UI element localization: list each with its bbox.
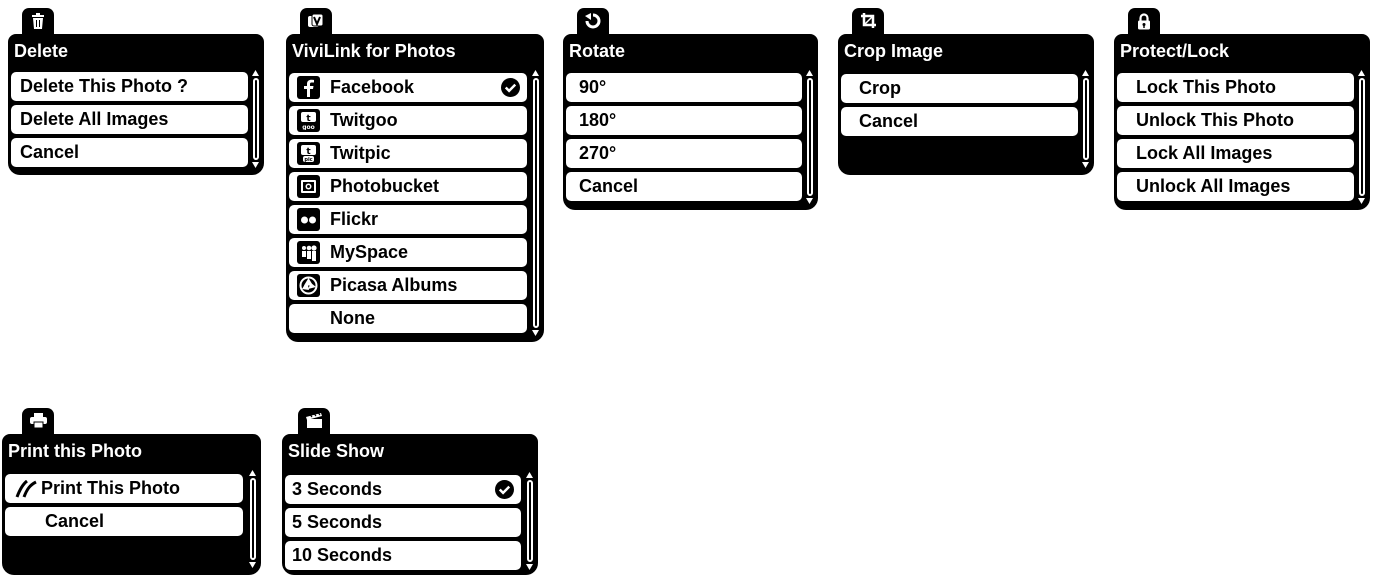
menu-item-delete-this-photo[interactable]: Delete This Photo ?: [11, 72, 248, 101]
print-menu: Print this Photo Print This Photo Cancel: [2, 408, 261, 575]
scrollbar[interactable]: [527, 480, 533, 562]
menu-item-cancel[interactable]: Cancel: [566, 172, 802, 201]
vivilink-menu: ViviLink for Photos Facebook t goo Twitgo…: [286, 8, 544, 342]
menu-title: Rotate: [569, 41, 626, 61]
menu-item-facebook[interactable]: Facebook: [289, 73, 527, 102]
menu-item-lock-all-images[interactable]: Lock All Images: [1117, 139, 1354, 168]
menu-title: ViviLink for Photos: [292, 41, 456, 61]
twitpic-icon: t pic: [297, 142, 320, 165]
menu-item-none[interactable]: None: [289, 304, 527, 333]
scrollbar[interactable]: [1359, 78, 1365, 196]
menu-item-print-this-photo[interactable]: Print This Photo: [5, 474, 243, 503]
menu-item-unlock-this-photo[interactable]: Unlock This Photo: [1117, 106, 1354, 135]
scrollbar[interactable]: [533, 78, 539, 328]
check-icon: [495, 480, 514, 499]
pictbridge-icon: [15, 479, 37, 498]
menu-title: Slide Show: [288, 441, 385, 461]
menu-item-5-seconds[interactable]: 5 Seconds: [285, 508, 521, 537]
check-icon: [501, 78, 520, 97]
delete-menu: Delete Delete This Photo ? Delete All Im…: [8, 8, 264, 175]
menu-title: Print this Photo: [8, 441, 142, 461]
myspace-icon: [297, 241, 320, 264]
menu-title: Delete: [14, 41, 69, 61]
picasa-icon: [297, 274, 320, 297]
svg-text:t: t: [306, 147, 311, 157]
menu-title: Crop Image: [844, 41, 944, 61]
menu-item-lock-this-photo[interactable]: Lock This Photo: [1117, 73, 1354, 102]
menu-item-photobucket[interactable]: Photobucket: [289, 172, 527, 201]
menu-title: Protect/Lock: [1120, 41, 1230, 61]
twitgoo-icon: t goo: [297, 109, 320, 132]
protect-lock-menu: Protect/Lock Lock This Photo Unlock This…: [1114, 8, 1370, 210]
svg-text:pic: pic: [304, 157, 312, 163]
photobucket-icon: [297, 175, 320, 198]
menu-item-3-seconds[interactable]: 3 Seconds: [285, 475, 521, 504]
scrollbar[interactable]: [807, 78, 813, 196]
menu-item-90[interactable]: 90°: [566, 73, 802, 102]
menu-item-myspace[interactable]: MySpace: [289, 238, 527, 267]
facebook-icon: [297, 76, 320, 99]
slide-show-menu: Slide Show 3 Seconds 5 Seconds 10 Second…: [282, 408, 538, 575]
scrollbar[interactable]: [250, 478, 256, 560]
menu-item-270[interactable]: 270°: [566, 139, 802, 168]
scrollbar[interactable]: [253, 78, 259, 160]
scrollbar[interactable]: [1083, 78, 1089, 160]
menu-item-cancel[interactable]: Cancel: [841, 107, 1078, 136]
menu-item-delete-all-images[interactable]: Delete All Images: [11, 105, 248, 134]
menu-item-180[interactable]: 180°: [566, 106, 802, 135]
menu-item-crop[interactable]: Crop: [841, 74, 1078, 103]
flickr-icon: [297, 208, 320, 231]
menu-item-unlock-all-images[interactable]: Unlock All Images: [1117, 172, 1354, 201]
menu-item-10-seconds[interactable]: 10 Seconds: [285, 541, 521, 570]
rotate-menu: Rotate 90° 180° 270° Cancel: [563, 8, 818, 210]
svg-text:t: t: [306, 114, 311, 124]
menu-item-cancel[interactable]: Cancel: [11, 138, 248, 167]
crop-menu: Crop Image Crop Cancel: [838, 8, 1094, 175]
menu-item-picasa-albums[interactable]: Picasa Albums: [289, 271, 527, 300]
svg-text:goo: goo: [302, 124, 315, 130]
menu-item-cancel[interactable]: Cancel: [5, 507, 243, 536]
menu-item-twitgoo[interactable]: t goo Twitgoo: [289, 106, 527, 135]
menu-item-twitpic[interactable]: t pic Twitpic: [289, 139, 527, 168]
menu-item-flickr[interactable]: Flickr: [289, 205, 527, 234]
